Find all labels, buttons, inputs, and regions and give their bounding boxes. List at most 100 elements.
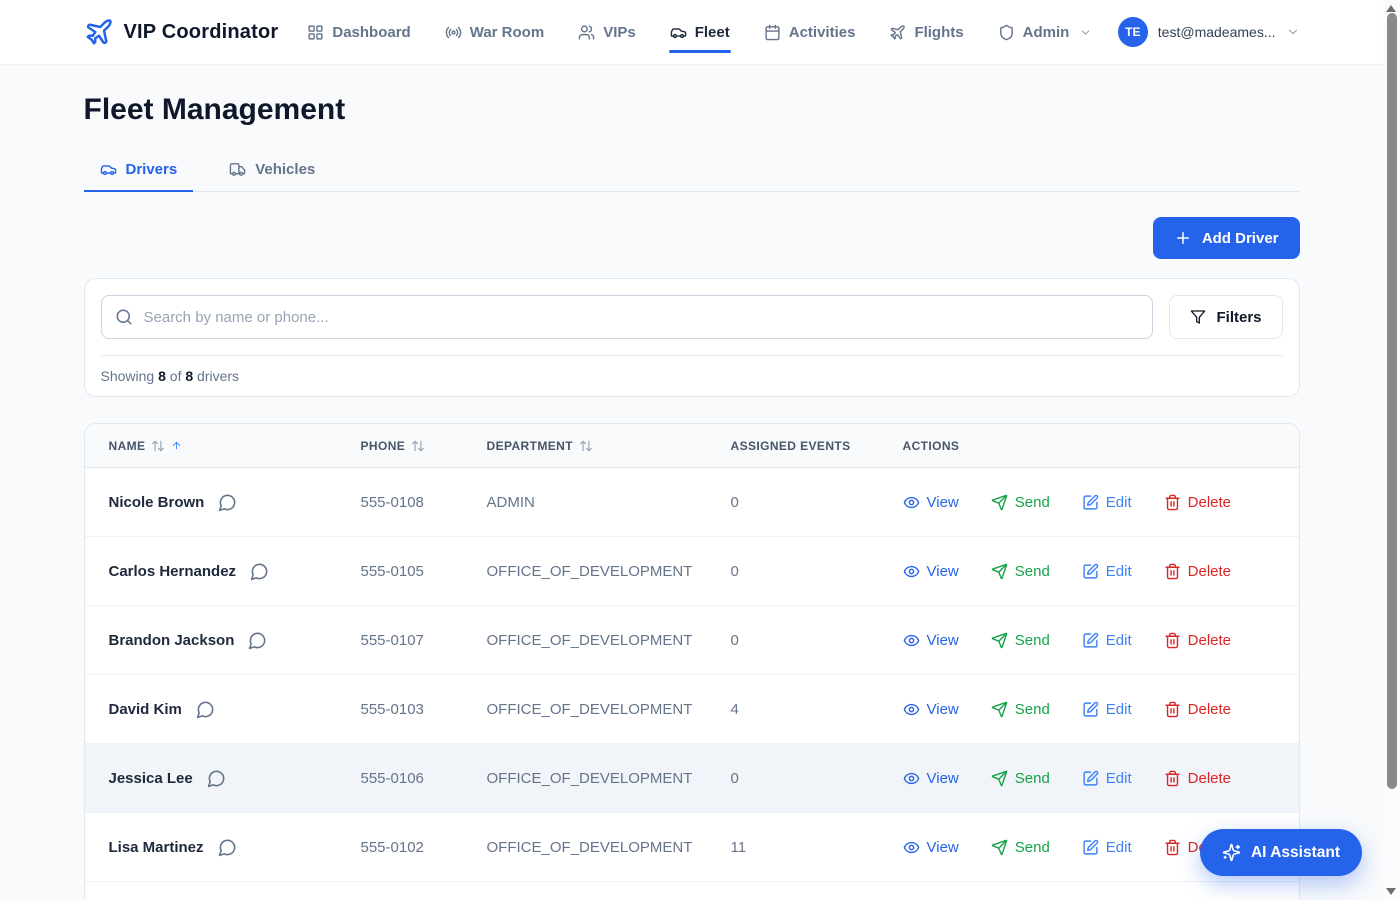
sort-icon — [151, 439, 165, 453]
table-filler — [85, 882, 1299, 900]
send-button[interactable]: Send — [991, 839, 1050, 856]
ai-assistant-button[interactable]: AI Assistant — [1200, 829, 1362, 876]
filters-button[interactable]: Filters — [1169, 295, 1282, 339]
send-button[interactable]: Send — [991, 494, 1050, 511]
nav-item-flights[interactable]: Flights — [888, 17, 964, 48]
view-button[interactable]: View — [903, 839, 959, 856]
assigned-events-count: 11 — [731, 839, 903, 856]
edit-button[interactable]: Edit — [1082, 770, 1132, 787]
edit-icon — [1082, 632, 1099, 649]
edit-button[interactable]: Edit — [1082, 701, 1132, 718]
message-icon[interactable] — [218, 493, 237, 512]
eye-icon — [903, 563, 920, 580]
chevron-down-icon — [1286, 25, 1300, 39]
send-button[interactable]: Send — [991, 701, 1050, 718]
trash-icon — [1164, 632, 1181, 649]
driver-name: Lisa Martinez — [109, 839, 204, 856]
ai-assistant-label: AI Assistant — [1251, 844, 1340, 862]
funnel-icon — [1190, 309, 1206, 325]
table-row[interactable]: Lisa Martinez 555-0102 OFFICE_OF_DEVELOP… — [85, 813, 1299, 882]
tab-vehicles[interactable]: Vehicles — [213, 161, 331, 191]
column-header-assigned-events: ASSIGNED EVENTS — [731, 439, 903, 453]
column-header-department[interactable]: DEPARTMENT — [487, 439, 731, 453]
tab-drivers[interactable]: Drivers — [84, 161, 194, 191]
edit-icon — [1082, 770, 1099, 787]
driver-phone: 555-0108 — [361, 494, 487, 511]
table-row[interactable]: Carlos Hernandez 555-0105 OFFICE_OF_DEVE… — [85, 537, 1299, 606]
edit-button[interactable]: Edit — [1082, 632, 1132, 649]
delete-button[interactable]: Delete — [1164, 701, 1231, 718]
calendar-icon — [764, 24, 781, 41]
table-row[interactable]: Nicole Brown 555-0108 ADMIN 0 View Send … — [85, 468, 1299, 537]
user-menu[interactable]: TE test@madeames... — [1118, 17, 1300, 47]
eye-icon — [903, 770, 920, 787]
send-button[interactable]: Send — [991, 632, 1050, 649]
nav-item-admin[interactable]: Admin — [997, 17, 1094, 48]
driver-department: OFFICE_OF_DEVELOPMENT — [487, 563, 731, 580]
add-driver-button[interactable]: Add Driver — [1153, 217, 1300, 259]
column-header-name[interactable]: NAME — [109, 439, 361, 453]
column-header-phone[interactable]: PHONE — [361, 439, 487, 453]
view-button[interactable]: View — [903, 563, 959, 580]
message-icon[interactable] — [207, 769, 226, 788]
search-icon — [115, 308, 133, 326]
filters-label: Filters — [1216, 309, 1261, 326]
eye-icon — [903, 839, 920, 856]
driver-phone: 555-0107 — [361, 632, 487, 649]
delete-button[interactable]: Delete — [1164, 632, 1231, 649]
car-icon — [100, 161, 117, 178]
nav-item-activities[interactable]: Activities — [763, 17, 857, 48]
driver-name: Brandon Jackson — [109, 632, 235, 649]
scroll-up-arrow-icon[interactable] — [1386, 5, 1396, 12]
page-title: Fleet Management — [84, 93, 1300, 127]
plane-icon — [889, 24, 906, 41]
table-row[interactable]: David Kim 555-0103 OFFICE_OF_DEVELOPMENT… — [85, 675, 1299, 744]
column-header-actions: ACTIONS — [903, 439, 1275, 453]
send-icon — [991, 563, 1008, 580]
tab-label: Drivers — [126, 161, 178, 178]
plus-icon — [1174, 229, 1192, 247]
scroll-down-arrow-icon[interactable] — [1386, 888, 1396, 895]
send-button[interactable]: Send — [991, 770, 1050, 787]
table-row[interactable]: Brandon Jackson 555-0107 OFFICE_OF_DEVEL… — [85, 606, 1299, 675]
nav-label: Activities — [789, 24, 856, 41]
edit-icon — [1082, 839, 1099, 856]
edit-button[interactable]: Edit — [1082, 839, 1132, 856]
edit-button[interactable]: Edit — [1082, 563, 1132, 580]
message-icon[interactable] — [248, 631, 267, 650]
scrollbar-thumb[interactable] — [1387, 13, 1397, 789]
table-row[interactable]: Jessica Lee 555-0106 OFFICE_OF_DEVELOPME… — [85, 744, 1299, 813]
dashboard-grid-icon — [307, 24, 324, 41]
message-icon[interactable] — [250, 562, 269, 581]
nav-item-war-room[interactable]: War Room — [444, 17, 545, 48]
sort-asc-icon — [171, 440, 182, 451]
delete-button[interactable]: Delete — [1164, 563, 1231, 580]
assigned-events-count: 0 — [731, 632, 903, 649]
delete-button[interactable]: Delete — [1164, 494, 1231, 511]
view-button[interactable]: View — [903, 701, 959, 718]
edit-button[interactable]: Edit — [1082, 494, 1132, 511]
view-button[interactable]: View — [903, 494, 959, 511]
scrollbar[interactable] — [1383, 0, 1400, 900]
nav-item-fleet[interactable]: Fleet — [669, 17, 731, 48]
brand[interactable]: VIP Coordinator — [84, 17, 279, 47]
nav-label: War Room — [470, 24, 544, 41]
sparkles-icon — [1222, 843, 1241, 862]
message-icon[interactable] — [196, 700, 215, 719]
view-button[interactable]: View — [903, 632, 959, 649]
users-icon — [578, 24, 595, 41]
trash-icon — [1164, 563, 1181, 580]
nav-item-vips[interactable]: VIPs — [577, 17, 637, 48]
view-button[interactable]: View — [903, 770, 959, 787]
nav-item-dashboard[interactable]: Dashboard — [306, 17, 411, 48]
edit-icon — [1082, 701, 1099, 718]
search-input[interactable] — [101, 295, 1154, 339]
message-icon[interactable] — [218, 838, 237, 857]
driver-name: Carlos Hernandez — [109, 563, 237, 580]
chevron-down-icon — [1079, 26, 1092, 39]
delete-button[interactable]: Delete — [1164, 770, 1231, 787]
send-button[interactable]: Send — [991, 563, 1050, 580]
radio-broadcast-icon — [445, 24, 462, 41]
top-navbar: VIP Coordinator Dashboard War Room VIPs — [0, 0, 1383, 64]
nav-label: Fleet — [695, 24, 730, 41]
